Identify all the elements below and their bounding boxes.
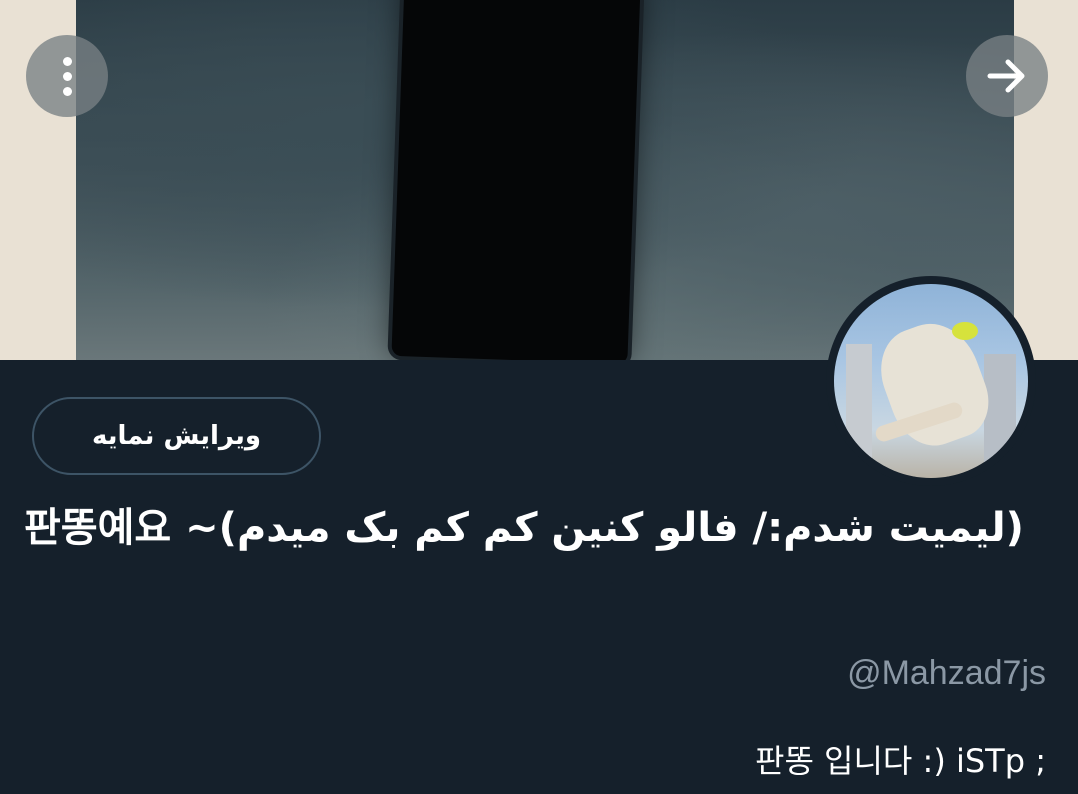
arrow-right-icon	[987, 59, 1025, 93]
avatar-image	[834, 284, 1028, 478]
more-options-button[interactable]	[26, 35, 108, 117]
banner-image-subject	[391, 0, 641, 360]
edit-profile-button[interactable]: ویرایش نمایه	[32, 397, 321, 475]
next-button[interactable]	[966, 35, 1048, 117]
profile-bio: 판똥 입니다 :) iSTp ;	[755, 742, 1046, 780]
profile-display-name: 판똥예요 ~(لیمیت شدم:/ فالو کنین کم کم بک می…	[24, 505, 1024, 551]
more-vertical-icon	[62, 54, 72, 99]
profile-avatar[interactable]	[826, 276, 1036, 486]
profile-handle: @Mahzad7js	[847, 654, 1046, 692]
